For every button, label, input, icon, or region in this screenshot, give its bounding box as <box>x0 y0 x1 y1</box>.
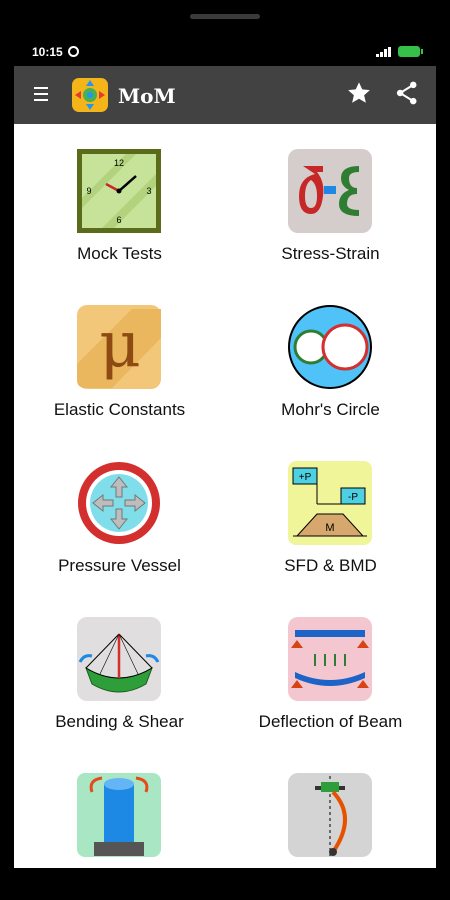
share-icon[interactable] <box>392 78 422 108</box>
torsion-shaft-icon <box>77 773 161 857</box>
bending-icon <box>77 617 161 701</box>
column-icon <box>288 773 372 857</box>
app-logo-icon <box>74 80 106 110</box>
mu-icon: μ <box>77 305 161 389</box>
clock-icon: 12 3 6 9 <box>77 149 161 233</box>
beam-deflection-icon <box>288 617 372 701</box>
clock-label-12: 12 <box>114 158 124 168</box>
sync-icon <box>68 46 80 57</box>
mohrs-circle-icon <box>288 305 372 389</box>
pressure-vessel-icon <box>78 462 160 544</box>
bottom-bezel <box>0 868 450 900</box>
tile-label: Pressure Vessel <box>58 556 181 575</box>
tile-column[interactable] <box>225 748 436 868</box>
mu-glyph: μ <box>99 308 141 382</box>
feature-grid: 12 3 6 9 Mock Tests Stress-Strain μ Elas… <box>14 124 436 868</box>
tile-mohrs-circle[interactable]: Mohr's Circle <box>225 280 436 436</box>
tile-label: Mohr's Circle <box>281 400 380 419</box>
tile-sfd-bmd[interactable]: +P -P M SFD & BMD <box>225 436 436 592</box>
tile-mock-tests[interactable]: 12 3 6 9 Mock Tests <box>14 124 225 280</box>
menu-icon[interactable] <box>34 87 48 101</box>
bmd-m-label: M <box>325 522 334 534</box>
tile-label: Stress-Strain <box>281 244 380 263</box>
screen: 10:15 MoM 12 3 6 9 Mock Tests Stress-Str… <box>14 38 436 868</box>
tile-label: Elastic Constants <box>53 400 186 419</box>
app-logo <box>72 78 108 112</box>
battery-icon <box>398 46 423 57</box>
speaker-grille <box>190 14 260 19</box>
tile-elastic-constants[interactable]: μ Elastic Constants <box>14 280 225 436</box>
tile-torsion[interactable] <box>14 748 225 868</box>
clock-label-9: 9 <box>86 186 91 196</box>
clock-label-3: 3 <box>146 186 151 196</box>
tile-pressure-vessel[interactable]: Pressure Vessel <box>14 436 225 592</box>
status-time: 10:15 <box>32 45 63 59</box>
tile-stress-strain[interactable]: Stress-Strain <box>225 124 436 280</box>
status-icons <box>376 46 423 57</box>
tile-bending-shear[interactable]: Bending & Shear <box>14 592 225 748</box>
app-bar: MoM <box>14 66 436 124</box>
tile-label: SFD & BMD <box>284 556 377 575</box>
tile-label: Deflection of Beam <box>258 712 403 731</box>
signal-icon <box>376 46 392 57</box>
sfd-minus-label: -P <box>348 492 358 503</box>
sfd-bmd-icon: +P -P M <box>288 461 372 545</box>
sfd-plus-label: +P <box>299 472 312 483</box>
tile-label: Mock Tests <box>77 244 162 263</box>
sigma-epsilon-icon <box>288 149 372 233</box>
status-bar: 10:15 <box>14 38 436 66</box>
clock-label-6: 6 <box>116 215 121 225</box>
app-title: MoM <box>118 84 176 108</box>
status-time-group: 10:15 <box>32 45 80 59</box>
phone-frame: 10:15 MoM 12 3 6 9 Mock Tests Stress-Str… <box>0 0 450 900</box>
tile-deflection-of-beam[interactable]: Deflection of Beam <box>225 592 436 748</box>
tile-label: Bending & Shear <box>55 712 184 731</box>
star-icon[interactable] <box>344 78 374 108</box>
